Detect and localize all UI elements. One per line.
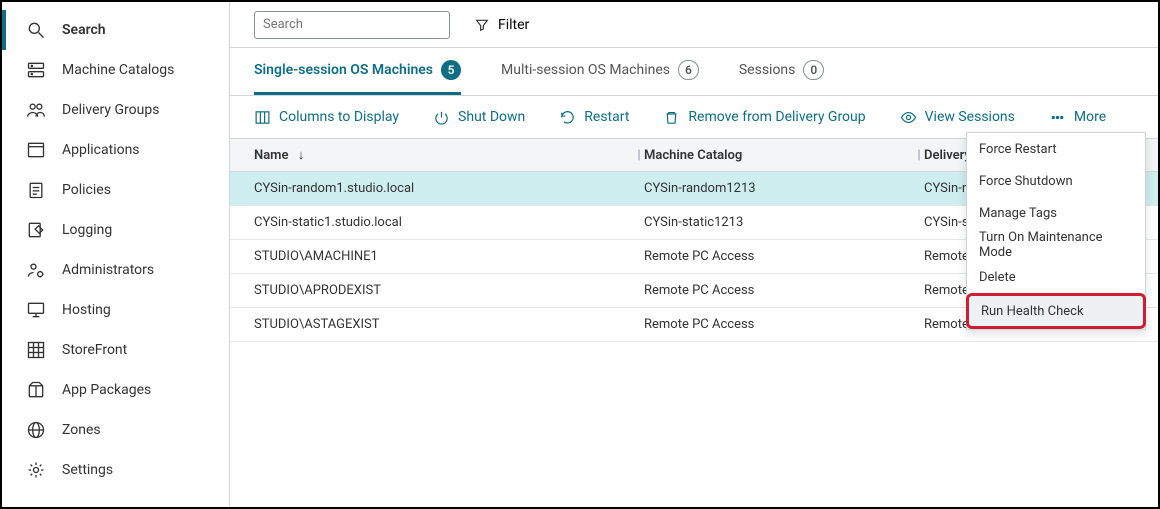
power-icon xyxy=(433,109,450,126)
sidebar-item-search[interactable]: Search xyxy=(2,10,229,50)
sidebar-item-policies[interactable]: Policies xyxy=(2,170,229,210)
dots-icon xyxy=(1049,109,1066,126)
more-button[interactable]: More xyxy=(1049,109,1106,126)
users-icon xyxy=(26,100,46,120)
sidebar: Search Machine Catalogs Delivery Groups … xyxy=(2,2,230,507)
server-icon xyxy=(26,60,46,80)
menu-item-delete[interactable]: Delete xyxy=(967,261,1145,293)
menu-item-run-health-check[interactable]: Run Health Check xyxy=(966,293,1146,329)
restart-button[interactable]: Restart xyxy=(559,109,629,126)
sidebar-item-label: App Packages xyxy=(62,382,151,398)
filter-icon xyxy=(474,17,490,33)
filter-button[interactable]: Filter xyxy=(474,17,529,33)
col-header-name[interactable]: Name ↓ xyxy=(254,147,634,163)
action-bar: Columns to Display Shut Down Restart Rem… xyxy=(230,96,1158,138)
sidebar-item-machine-catalogs[interactable]: Machine Catalogs xyxy=(2,50,229,90)
trash-icon xyxy=(663,109,680,126)
sort-arrow-down-icon: ↓ xyxy=(298,148,305,163)
menu-item-force-restart[interactable]: Force Restart xyxy=(967,133,1145,165)
sidebar-item-label: Delivery Groups xyxy=(62,102,159,118)
view-sessions-button[interactable]: View Sessions xyxy=(900,109,1015,126)
tab-badge: 0 xyxy=(803,60,824,80)
sidebar-item-storefront[interactable]: StoreFront xyxy=(2,330,229,370)
restart-icon xyxy=(559,109,576,126)
user-gear-icon xyxy=(26,260,46,280)
col-header-catalog[interactable]: Machine Catalog xyxy=(644,148,914,163)
sidebar-item-hosting[interactable]: Hosting xyxy=(2,290,229,330)
filter-label: Filter xyxy=(498,17,529,33)
package-icon xyxy=(26,380,46,400)
monitor-icon xyxy=(26,300,46,320)
sidebar-item-label: Administrators xyxy=(62,262,154,278)
sidebar-item-label: StoreFront xyxy=(62,342,127,358)
gear-icon xyxy=(26,460,46,480)
sidebar-item-zones[interactable]: Zones xyxy=(2,410,229,450)
sidebar-item-delivery-groups[interactable]: Delivery Groups xyxy=(2,90,229,130)
main-panel: Filter Single-session OS Machines 5 Mult… xyxy=(230,2,1158,507)
edit-icon xyxy=(26,220,46,240)
sidebar-item-label: Search xyxy=(62,22,106,38)
eye-icon xyxy=(900,109,917,126)
search-input[interactable] xyxy=(254,11,450,39)
grid-icon xyxy=(26,340,46,360)
remove-from-delivery-group-button[interactable]: Remove from Delivery Group xyxy=(663,109,865,126)
clipboard-icon xyxy=(26,180,46,200)
menu-item-force-shutdown[interactable]: Force Shutdown xyxy=(967,165,1145,197)
sidebar-item-label: Zones xyxy=(62,422,101,438)
sidebar-item-label: Logging xyxy=(62,222,112,238)
tablist: Single-session OS Machines 5 Multi-sessi… xyxy=(230,48,1158,96)
sidebar-item-label: Hosting xyxy=(62,302,111,318)
menu-item-manage-tags[interactable]: Manage Tags xyxy=(967,197,1145,229)
sidebar-item-app-packages[interactable]: App Packages xyxy=(2,370,229,410)
sidebar-item-logging[interactable]: Logging xyxy=(2,210,229,250)
search-icon xyxy=(26,20,46,40)
globe-icon xyxy=(26,420,46,440)
columns-icon xyxy=(254,109,271,126)
topbar: Filter xyxy=(230,2,1158,48)
sidebar-item-label: Policies xyxy=(62,182,111,198)
columns-to-display-button[interactable]: Columns to Display xyxy=(254,109,399,126)
sidebar-item-label: Settings xyxy=(62,462,113,478)
tab-badge: 6 xyxy=(678,60,699,80)
more-menu: Force Restart Force Shutdown Manage Tags… xyxy=(966,132,1146,330)
sidebar-item-administrators[interactable]: Administrators xyxy=(2,250,229,290)
sidebar-item-label: Applications xyxy=(62,142,140,158)
tab-multi-session[interactable]: Multi-session OS Machines 6 xyxy=(501,48,699,95)
shutdown-button[interactable]: Shut Down xyxy=(433,109,525,126)
window-icon xyxy=(26,140,46,160)
tab-badge: 5 xyxy=(441,60,461,80)
tab-single-session[interactable]: Single-session OS Machines 5 xyxy=(254,48,461,95)
sidebar-item-settings[interactable]: Settings xyxy=(2,450,229,490)
sidebar-item-applications[interactable]: Applications xyxy=(2,130,229,170)
sidebar-item-label: Machine Catalogs xyxy=(62,62,174,78)
tab-sessions[interactable]: Sessions 0 xyxy=(739,48,824,95)
menu-item-turn-on-maintenance[interactable]: Turn On Maintenance Mode xyxy=(967,229,1145,261)
